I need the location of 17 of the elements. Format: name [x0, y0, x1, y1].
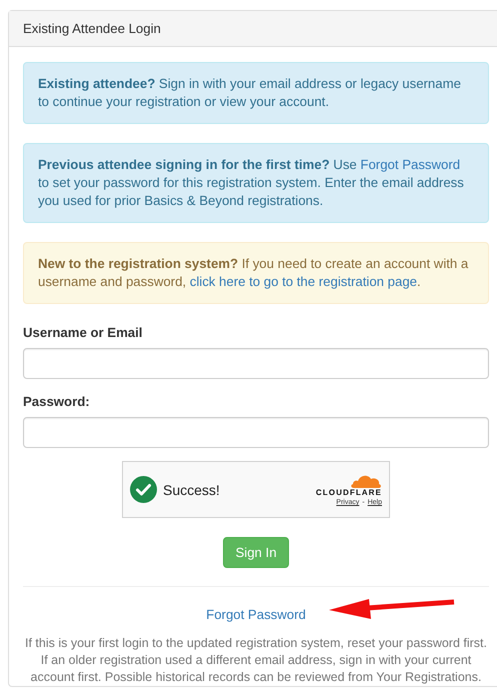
- input-field[interactable]: [23, 348, 489, 379]
- panel-title: Existing Attendee Login: [23, 21, 161, 36]
- brand-wordmark: CLOUDFLARE: [316, 488, 382, 497]
- cloud-icon: [350, 473, 382, 488]
- alert-text: Previous attendee signing in for the first time? Use Forgot Password to set your password for this registration system. Enter the email address you used for prior Basics & Beyond registrations.: [38, 156, 465, 210]
- alert-text: Existing attendee? Sign in with your email address or legacy username to continue your registration or view your account.: [38, 75, 462, 111]
- help-text: If this is your first login to the updated registration system, reset your password first. If an older registration used a different email address, sign in with your current account first. Possible historical records can be reviewed from Your Registrations.: [25, 635, 487, 686]
- sign-in-button[interactable]: Sign In: [223, 537, 289, 568]
- field-label: Password:: [23, 393, 91, 411]
- input-field[interactable]: [23, 417, 489, 448]
- text-link[interactable]: Forgot Password: [360, 157, 460, 172]
- check-icon: [130, 476, 157, 503]
- field-label: Username or Email: [23, 324, 144, 342]
- alert-text: New to the registration system? If you need to create an account with a username and password, click here to go to the registration page.: [38, 255, 470, 291]
- text-link[interactable]: click here to go to the registration page: [190, 274, 418, 289]
- forgot-password-link[interactable]: Forgot Password: [206, 607, 306, 622]
- captcha-status: Success!: [163, 482, 221, 498]
